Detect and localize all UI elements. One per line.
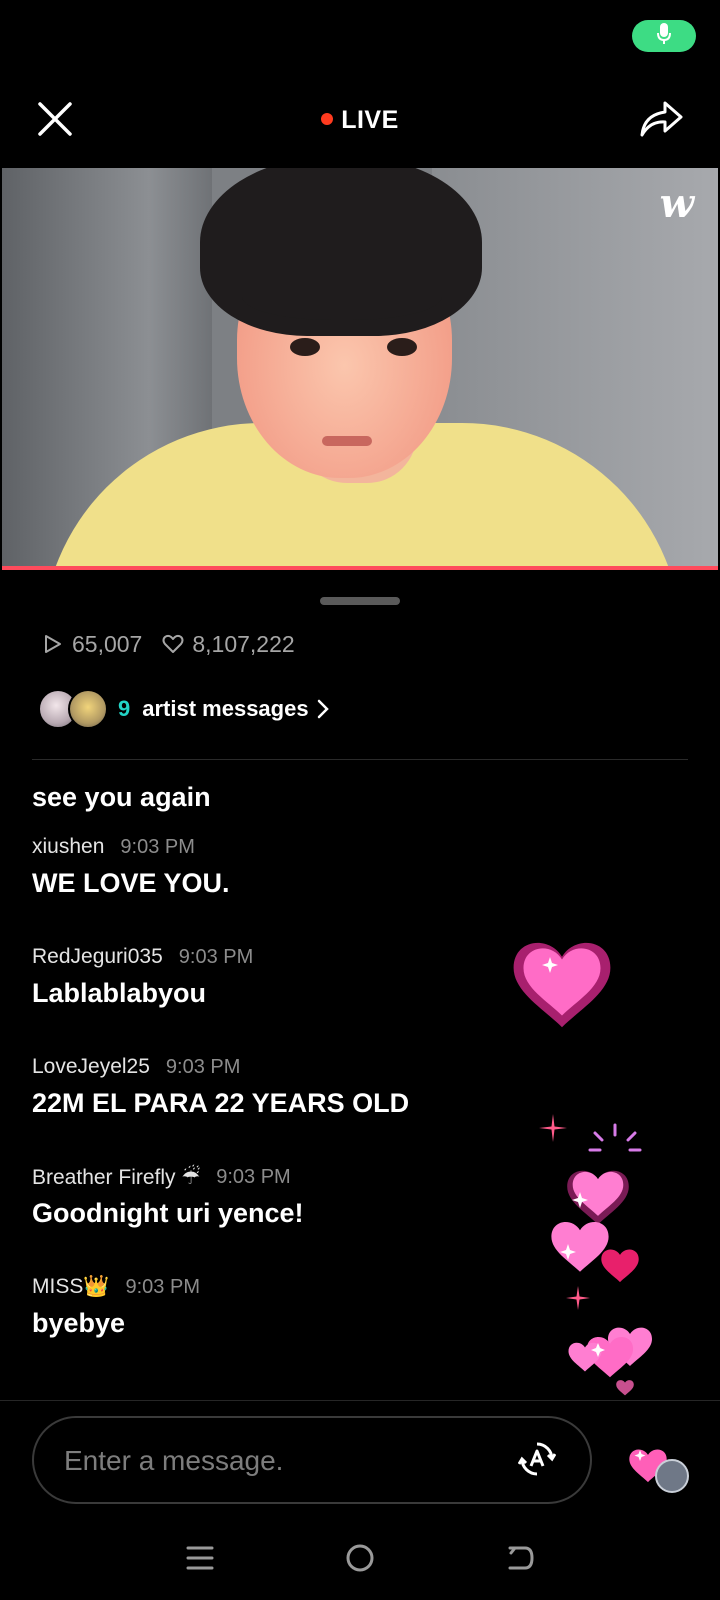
chat-timestamp: 9:03 PM	[178, 945, 254, 968]
chat-timestamp: 9:03 PM	[120, 835, 195, 858]
chat-timestamp: 9:03 PM	[165, 1055, 241, 1078]
chat-message-text: byebye	[32, 1308, 126, 1338]
chat-message: Breather Firefly ☔ 9:03 PM Goodnight uri …	[32, 1162, 304, 1229]
chat-username[interactable]: Breather Firefly ☔	[32, 1165, 200, 1190]
message-input-container[interactable]	[32, 1416, 592, 1504]
share-icon	[638, 99, 684, 144]
chat-message-text: see you again	[32, 782, 211, 812]
message-input[interactable]	[64, 1438, 504, 1484]
chat-message: see you again	[32, 782, 211, 813]
back-button[interactable]	[500, 1540, 540, 1580]
live-badge: LIVE	[0, 106, 720, 135]
chat-username[interactable]: MISS👑	[32, 1275, 110, 1299]
share-button[interactable]	[636, 98, 686, 144]
chat-username[interactable]: RedJeguri035	[32, 945, 163, 969]
send-heart-button[interactable]	[626, 1440, 696, 1496]
chat-message-text: 22M EL PARA 22 YEARS OLD	[32, 1088, 410, 1118]
video-subject-eye	[290, 338, 320, 356]
sheet-drag-handle[interactable]	[320, 597, 400, 605]
stats-row: 65,007 8,107,222	[40, 628, 295, 660]
chat-timestamp: 9:03 PM	[216, 1165, 291, 1188]
chat-username[interactable]: LoveJeyel25	[32, 1055, 150, 1079]
chat-message: MISS👑 9:03 PM byebye	[32, 1272, 200, 1339]
top-bar: LIVE	[0, 80, 720, 160]
mic-indicator[interactable]	[632, 20, 696, 52]
home-icon	[345, 1543, 375, 1578]
chat-list[interactable]: see you again xiushen 9:03 PM WE LOVE YOU…	[0, 760, 720, 1400]
menu-icon	[185, 1544, 215, 1577]
like-count-icon	[160, 631, 186, 657]
recents-button[interactable]	[180, 1540, 220, 1580]
video-progress-bar	[2, 566, 718, 570]
play-count: 65,007	[72, 630, 143, 657]
artist-messages-link[interactable]: 9 artist messages	[38, 688, 329, 730]
home-button[interactable]	[340, 1540, 380, 1580]
like-count: 8,107,222	[192, 630, 295, 657]
translate-button[interactable]	[516, 1440, 558, 1482]
translate-icon	[517, 1440, 557, 1483]
chat-message: xiushen 9:03 PM WE LOVE YOU.	[32, 832, 230, 899]
video-subject-eye	[387, 338, 417, 356]
artist-message-count: 9	[118, 696, 131, 721]
chat-timestamp: 9:03 PM	[125, 1275, 200, 1298]
chat-message-text: Goodnight uri yence!	[32, 1198, 304, 1228]
chat-message-text: WE LOVE YOU.	[32, 868, 230, 898]
live-video[interactable]: w	[2, 168, 718, 570]
chat-username[interactable]: xiushen	[32, 835, 104, 859]
input-divider	[0, 1400, 720, 1401]
chat-message-text: Lablablabyou	[32, 978, 207, 1008]
live-dot	[321, 113, 334, 125]
chat-partial-meta	[32, 760, 38, 770]
back-icon	[505, 1544, 535, 1577]
system-nav-bar	[0, 1530, 720, 1590]
live-label: LIVE	[341, 106, 399, 134]
video-subject-mouth	[322, 436, 372, 446]
chevron-right-icon	[317, 699, 329, 719]
play-count-icon	[40, 631, 66, 657]
mic-icon	[657, 22, 671, 50]
chat-message: RedJeguri035 9:03 PM Lablablabyou	[32, 942, 253, 1009]
chat-message: LoveJeyel25 9:03 PM 22M EL PARA 22 YEARS …	[32, 1052, 409, 1119]
artist-avatar	[68, 689, 108, 729]
weverse-logo: w	[659, 180, 694, 227]
video-subject-fringe	[242, 268, 442, 320]
artist-messages-label: artist messages	[142, 696, 309, 721]
user-avatar-icon	[655, 1459, 689, 1493]
